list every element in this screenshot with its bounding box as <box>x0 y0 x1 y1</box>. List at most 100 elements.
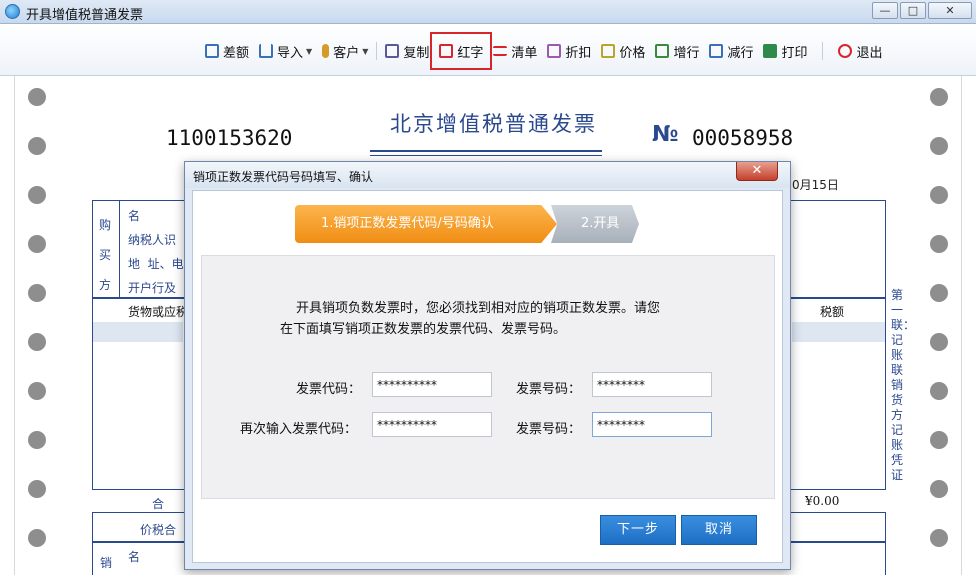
confirm-dialog: 销项正数发票代码号码填写、确认 ✕ 1.销项正数发票代码/号码确认 2.开具 开… <box>184 161 791 570</box>
dialog-titlebar: 销项正数发票代码号码填写、确认 ✕ <box>185 162 790 188</box>
tax-header: 税额 <box>820 305 845 319</box>
toolbar-label: 差额 <box>223 45 250 61</box>
invoice-number-input[interactable] <box>592 372 712 397</box>
exit-icon <box>838 44 853 58</box>
toolbar-label: 减行 <box>727 45 754 61</box>
tractor-hole <box>930 137 948 155</box>
toolbar-label: 导入 <box>277 45 304 61</box>
tractor-hole <box>930 529 948 547</box>
toolbar-label: 客户 <box>333 45 360 61</box>
window-controls: — □ ✕ <box>870 2 972 19</box>
toolbar-label: 价格 <box>619 45 646 61</box>
tractor-hole <box>28 186 46 204</box>
minimize-button[interactable]: — <box>872 2 898 19</box>
invoice-number-confirm-label: 发票号码： <box>516 422 582 437</box>
tractor-hole <box>930 284 948 302</box>
goods-selected-row[interactable] <box>792 322 885 342</box>
invoice-number-mark: № <box>652 122 679 147</box>
goods-selected-row[interactable] <box>93 322 183 342</box>
buyer-section-text: 购 买 方 <box>99 218 112 292</box>
toolbar-copy-button[interactable]: 复制 <box>380 40 434 62</box>
dialog-close-button[interactable]: ✕ <box>736 162 778 181</box>
tractor-hole <box>28 529 46 547</box>
price-tax-label: 价税合 <box>140 523 177 537</box>
instruction-message: 开具销项负数发票时，您必须找到相对应的销项正数发票。请您 在下面填写销项正数发票… <box>280 298 700 340</box>
tractor-hole <box>930 235 948 253</box>
print-icon <box>763 44 778 58</box>
tractor-hole <box>930 382 948 400</box>
toolbar-import-button[interactable]: 导入 ▼ <box>254 40 317 62</box>
invoice-date: 0月15日 <box>792 178 839 192</box>
copy-icon <box>385 44 400 58</box>
tractor-hole <box>28 88 46 106</box>
tractor-hole <box>930 88 948 106</box>
toolbar-label: 折扣 <box>565 45 592 61</box>
toolbar-exit-button[interactable]: 退出 <box>833 40 887 62</box>
toolbar-label: 复制 <box>403 45 430 61</box>
tractor-hole <box>930 480 948 498</box>
toolbar-items: 差额 导入 ▼ 客户 ▼ 复制 红字 清单 折扣 价格 增行 减行 打印 退出 <box>200 32 888 70</box>
title-underline <box>370 155 602 156</box>
dialog-title: 销项正数发票代码号码填写、确认 <box>193 170 374 184</box>
cancel-button[interactable]: 取消 <box>681 515 757 545</box>
invoice-side-note: 第一联：记账联 销货方记账凭证 <box>891 288 916 482</box>
toolbar-discount-button[interactable]: 折扣 <box>542 40 596 62</box>
window-title: 开具增值税普通发票 <box>26 8 144 23</box>
invoice-number: 00058958 <box>692 126 794 150</box>
invoice-code-input[interactable] <box>372 372 492 397</box>
red-invoice-icon <box>439 44 454 58</box>
toolbar-list-button[interactable]: 清单 <box>488 40 542 62</box>
toolbar-remove-row-button[interactable]: 减行 <box>704 40 758 62</box>
tractor-hole <box>28 480 46 498</box>
window-titlebar: 开具增值税普通发票 — □ ✕ <box>0 0 976 24</box>
toolbar-label: 打印 <box>781 45 808 61</box>
tractor-hole <box>28 284 46 302</box>
toolbar-label: 退出 <box>856 45 883 61</box>
total-amount: ¥0.00 <box>805 494 840 508</box>
toolbar: 差额 导入 ▼ 客户 ▼ 复制 红字 清单 折扣 价格 增行 减行 打印 退出 <box>0 24 976 76</box>
app-icon <box>5 4 20 19</box>
invoice-code-label: 发票代码： <box>296 382 362 397</box>
buyer-bank-label: 开户行及 <box>128 281 177 295</box>
next-step-button[interactable]: 下一步 <box>600 515 676 545</box>
tractor-hole <box>28 137 46 155</box>
wizard-step-1: 1.销项正数发票代码/号码确认 <box>295 205 557 243</box>
toolbar-add-row-button[interactable]: 增行 <box>650 40 704 62</box>
invoice-code-confirm-label: 再次输入发票代码： <box>240 422 358 437</box>
wizard-step-2: 2.开具 <box>551 205 639 243</box>
toolbar-label: 增行 <box>673 45 700 61</box>
tractor-hole <box>930 333 948 351</box>
customer-icon <box>322 44 330 58</box>
maximize-button[interactable]: □ <box>900 2 926 19</box>
toolbar-price-button[interactable]: 价格 <box>596 40 650 62</box>
toolbar-print-button[interactable]: 打印 <box>758 40 812 62</box>
invoice-code-confirm-input[interactable] <box>372 412 492 437</box>
buyer-name-label: 名 <box>128 209 141 223</box>
import-icon <box>259 44 274 58</box>
toolbar-red-invoice-button[interactable]: 红字 <box>430 32 493 70</box>
seller-name-label: 名 <box>128 550 141 564</box>
tractor-hole <box>28 333 46 351</box>
tractor-hole <box>28 382 46 400</box>
toolbar-separator <box>376 42 378 60</box>
invoice-title: 北京增值税普通发票 <box>390 112 597 136</box>
instruction-line-2: 在下面填写销项正数发票的发票代码、发票号码。 <box>280 322 567 337</box>
tractor-hole <box>28 431 46 449</box>
dialog-body: 1.销项正数发票代码/号码确认 2.开具 开具销项负数发票时，您必须找到相对应的… <box>192 190 783 563</box>
invoice-number-label: 发票号码： <box>516 382 582 397</box>
invoice-number-confirm-input[interactable] <box>592 412 712 437</box>
invoice-code: 1100153620 <box>166 126 293 150</box>
buyer-section-label: 购 买 方 <box>99 210 113 300</box>
diff-icon <box>205 44 219 58</box>
tractor-hole <box>930 186 948 204</box>
tractor-hole <box>930 431 948 449</box>
toolbar-label: 清单 <box>511 45 538 61</box>
chevron-down-icon: ▼ <box>306 46 313 56</box>
toolbar-diff-button[interactable]: 差额 <box>200 40 254 62</box>
buyer-address-label: 地 址、电 <box>128 257 184 271</box>
goods-header: 货物或应税 <box>128 305 189 319</box>
tractor-hole <box>28 235 46 253</box>
toolbar-customer-button[interactable]: 客户 ▼ <box>317 40 373 62</box>
toolbar-label: 红字 <box>457 45 484 61</box>
close-window-button[interactable]: ✕ <box>928 2 972 19</box>
